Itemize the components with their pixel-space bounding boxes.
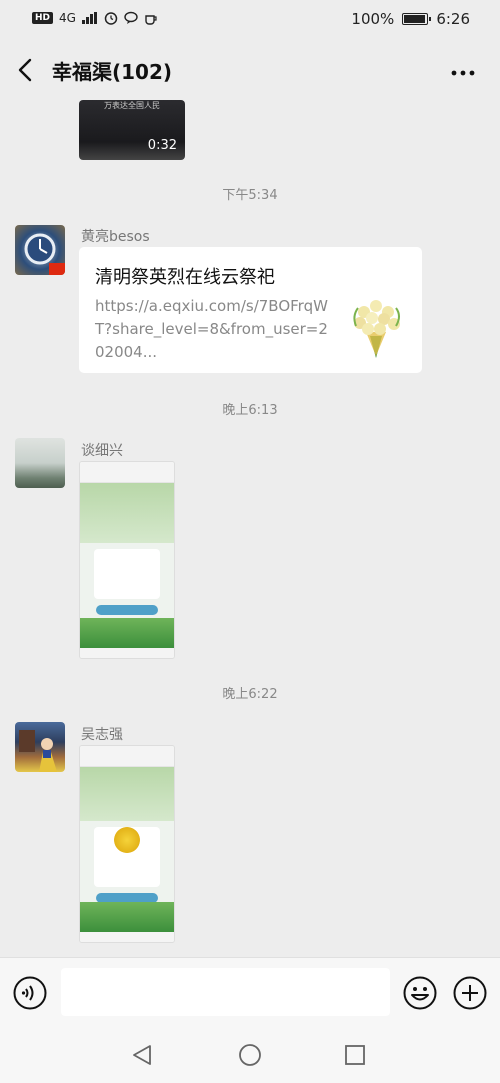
more-dots-icon <box>451 70 475 76</box>
figure-icon <box>19 730 57 772</box>
avatar[interactable] <box>15 722 65 772</box>
battery-percent: 100% <box>351 10 395 28</box>
image-bottombar <box>80 932 174 942</box>
chat-title: 幸福渠(102) <box>52 60 173 84</box>
plus-icon <box>453 976 487 1010</box>
circle-home-icon <box>239 1044 261 1066</box>
status-left: HD 4G <box>32 11 158 25</box>
image-topbar <box>80 462 174 483</box>
link-title: 清明祭英烈在线云祭祀 <box>95 267 275 288</box>
image-topbar <box>80 746 174 767</box>
system-nav-bar <box>0 1027 500 1083</box>
emoji-button[interactable] <box>403 976 437 1010</box>
image-banner <box>80 767 174 821</box>
avatar[interactable] <box>15 438 65 488</box>
image-banner <box>80 483 174 543</box>
alarm-icon <box>104 12 118 25</box>
status-bar: HD 4G 100% 6:26 <box>0 0 500 40</box>
message-input[interactable] <box>61 968 390 1016</box>
link-card-message[interactable]: 清明祭英烈在线云祭祀 https://a.eqxiu.com/s/7BOFrqW… <box>79 247 422 373</box>
signal-icon <box>81 12 97 24</box>
image-message[interactable] <box>79 461 175 659</box>
battery-icon <box>402 13 432 25</box>
triangle-back-icon <box>133 1045 151 1065</box>
image-panel <box>94 549 160 599</box>
video-duration: 0:32 <box>147 138 177 153</box>
image-bottombar <box>80 648 174 658</box>
voice-icon <box>13 976 47 1010</box>
chat-area[interactable]: 万表达全国人民 0:32 下午5:34 黄亮besos 清明祭英烈在线云祭祀 h… <box>0 100 500 957</box>
video-message[interactable]: 万表达全国人民 0:32 <box>79 100 185 160</box>
input-bar <box>0 957 500 1028</box>
video-caption: 万表达全国人民 <box>104 101 160 110</box>
chat-notification-icon <box>124 11 138 24</box>
sender-name: 黄亮besos <box>81 229 150 245</box>
image-message[interactable] <box>79 745 175 943</box>
flag-icon <box>49 263 65 275</box>
cup-icon <box>145 15 157 25</box>
link-url: https://a.eqxiu.com/s/7BOFrqWT?share_lev… <box>95 297 328 361</box>
clock: 6:26 <box>436 10 470 28</box>
title-bar: 幸福渠(102) <box>0 40 500 100</box>
nav-home-button[interactable] <box>238 1043 262 1067</box>
timestamp: 下午5:34 <box>222 188 278 203</box>
square-recent-icon <box>345 1045 365 1065</box>
timestamp: 晚上6:22 <box>222 687 278 702</box>
avatar[interactable] <box>15 225 65 275</box>
back-button[interactable] <box>14 54 44 86</box>
flower-bouquet-icon <box>353 300 400 358</box>
image-grass <box>80 902 174 932</box>
more-functions-button[interactable] <box>453 976 487 1010</box>
nav-back-button[interactable] <box>130 1043 154 1067</box>
status-right: 100% 6:26 <box>351 10 470 28</box>
image-panel <box>94 827 160 887</box>
hd-icon: HD <box>32 12 54 24</box>
voice-button[interactable] <box>13 976 47 1010</box>
chrysanthemum-icon <box>114 827 140 853</box>
emoji-icon <box>403 976 437 1010</box>
nav-recent-button[interactable] <box>344 1044 366 1066</box>
timestamp: 晚上6:13 <box>222 403 278 418</box>
image-grass <box>80 618 174 648</box>
image-button-graphic <box>96 605 158 615</box>
network-label: 4G <box>59 11 76 25</box>
sender-name: 吴志强 <box>81 727 123 743</box>
chevron-left-icon <box>18 58 32 82</box>
more-options-button[interactable] <box>448 58 478 82</box>
sender-name: 谈细兴 <box>81 443 123 459</box>
